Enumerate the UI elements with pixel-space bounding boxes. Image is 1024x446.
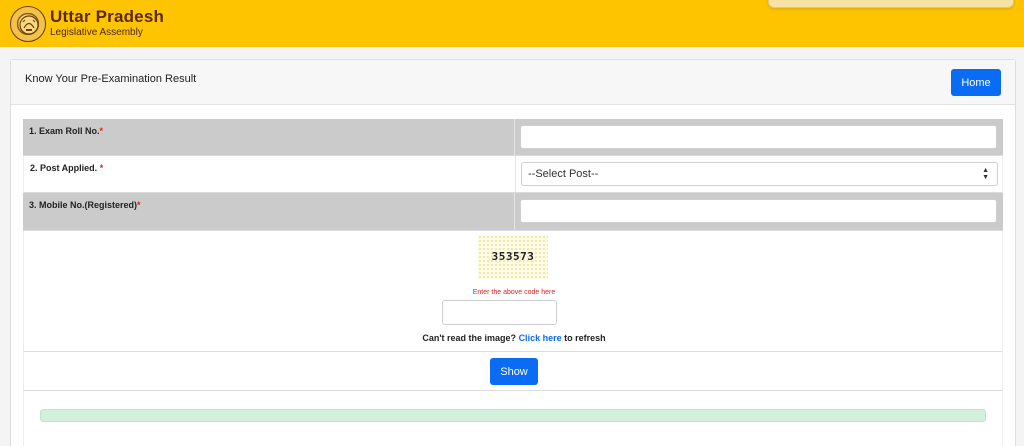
result-card: Know Your Pre-Examination Result Home 1.… [10, 59, 1016, 446]
captcha-code: 353573 [491, 250, 535, 263]
form-row-post: 2. Post Applied. * --Select Post-- ▲ ▼ [23, 156, 1003, 193]
required-mark: * [137, 200, 141, 210]
captcha-input[interactable] [442, 300, 557, 325]
refresh-suffix: to refresh [564, 333, 606, 343]
captcha-image: 353573 [478, 235, 548, 279]
result-area [23, 391, 1003, 446]
required-mark: * [99, 163, 104, 173]
required-mark: * [99, 126, 104, 136]
card-header: Know Your Pre-Examination Result Home [11, 60, 1015, 105]
roll-no-label: 1. Exam Roll No.* [29, 126, 104, 136]
roll-no-input[interactable] [520, 125, 997, 149]
show-button[interactable]: Show [490, 358, 538, 385]
captcha-refresh-line: Can't read the image? Click here to refr… [24, 333, 1004, 343]
captcha-section: 353573 Enter the above code here Can't r… [23, 231, 1003, 352]
emblem-icon [10, 6, 46, 42]
form-row-mobile: 3. Mobile No.(Registered)* [23, 193, 1003, 231]
show-row: Show [23, 352, 1003, 391]
post-select-value: --Select Post-- [528, 168, 599, 180]
result-bar [40, 409, 986, 422]
mobile-input[interactable] [520, 199, 997, 223]
column-divider [514, 193, 515, 230]
post-label: 2. Post Applied. * [30, 163, 104, 173]
top-right-panel[interactable] [768, 0, 1014, 8]
post-select[interactable]: --Select Post-- ▲ ▼ [521, 162, 998, 186]
refresh-prefix: Can't read the image? [422, 333, 517, 343]
column-divider [515, 156, 516, 192]
home-button[interactable]: Home [951, 69, 1001, 96]
captcha-hint: Enter the above code here [472, 289, 556, 296]
refresh-link[interactable]: Click here [519, 333, 562, 343]
mobile-label: 3. Mobile No.(Registered)* [29, 200, 141, 210]
page-title: Know Your Pre-Examination Result [25, 73, 197, 85]
form-row-roll-no: 1. Exam Roll No.* [23, 119, 1003, 156]
brand-subtitle: Legislative Assembly [50, 27, 143, 38]
brand-title: Uttar Pradesh [50, 7, 165, 26]
select-arrows-icon: ▲ ▼ [982, 167, 989, 181]
column-divider [514, 119, 515, 155]
top-header: Uttar Pradesh Legislative Assembly [0, 0, 1024, 47]
